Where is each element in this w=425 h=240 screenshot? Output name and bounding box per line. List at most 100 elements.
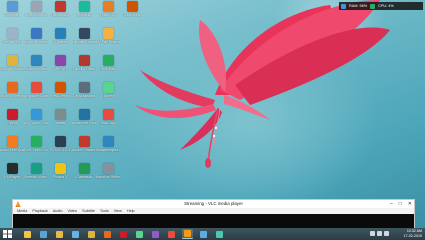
- desktop-icon[interactable]: WinRAR: [48, 55, 72, 79]
- ram-icon: [341, 3, 346, 9]
- windows-explorer-icon: [24, 230, 31, 238]
- desktop-icon-label: HandBrake: [51, 13, 69, 17]
- desktop-icon[interactable]: Speedfit Video Ac: [24, 163, 48, 187]
- app-icon: [6, 82, 18, 93]
- window-2-icon: [216, 230, 223, 238]
- vlc-icon: [184, 230, 191, 237]
- vlc-window[interactable]: Streaming - VLC media player – □ ✕ Media…: [12, 199, 415, 229]
- desktop-icon[interactable]: PCSX2 1.2.1: [48, 136, 72, 160]
- app-icon: [54, 136, 66, 147]
- taskbar-utorrent-button[interactable]: [134, 229, 145, 239]
- desktop-icon[interactable]: Mozilla Firefox: [0, 82, 24, 106]
- desktop-icon[interactable]: Google Chrome: [0, 55, 24, 79]
- vlc-window-controls: – □ ✕: [390, 200, 412, 208]
- action-center-icon[interactable]: [384, 231, 389, 236]
- desktop-icon[interactable]: Dev Assistant: [72, 82, 96, 106]
- taskbar-windows-explorer-button[interactable]: [22, 229, 33, 239]
- desktop-icon[interactable]: Shield Di: [72, 1, 96, 25]
- desktop-icon[interactable]: Advanced SystemCare: [72, 109, 96, 133]
- app-icon: [6, 55, 18, 66]
- desktop-icon[interactable]: Macrium Reflect: [96, 163, 120, 187]
- desktop-icon[interactable]: My Fav Programs: [96, 28, 120, 52]
- desktop-icon[interactable]: Adobe Reader XI: [72, 136, 96, 160]
- desktop-icon-label: Camtasia: [76, 175, 92, 179]
- desktop-icon[interactable]: Apple Carbon: [24, 1, 48, 25]
- taskbar-store-button[interactable]: [38, 229, 49, 239]
- taskbar: 10:32 AM 17-02-2015: [0, 228, 425, 240]
- app-icon: [30, 82, 42, 93]
- desktop-icon[interactable]: Anyplace Control: [24, 82, 48, 106]
- desktop-icon[interactable]: Computer: [0, 1, 24, 25]
- vlc-title-bar[interactable]: Streaming - VLC media player – □ ✕: [13, 200, 414, 208]
- desktop-icon[interactable]: Ultimate Defrag: [72, 28, 96, 52]
- app-icon: [54, 55, 66, 66]
- desktop-icon-label: Speedfit Video Ac: [24, 175, 48, 179]
- desktop-icon[interactable]: Hdvisi 4.1: [96, 1, 120, 25]
- desktop-icon[interactable]: Instals: [48, 109, 72, 133]
- desktop-icon-label: Icarus Booster 3: [24, 40, 48, 44]
- taskbar-vlc-button[interactable]: [182, 229, 193, 239]
- windows-start-icon[interactable]: [3, 230, 12, 238]
- desktop-icon[interactable]: Any Video Converter: [24, 109, 48, 133]
- taskbar-window-1-button[interactable]: [198, 229, 209, 239]
- desktop-icon[interactable]: DriverEasy: [96, 55, 120, 79]
- desktop-icon-label: Computer: [4, 13, 20, 17]
- desktop-icon[interactable]: IObit Apps: [120, 1, 144, 25]
- desktop-icon[interactable]: µTorrent: [96, 82, 120, 106]
- desktop-icon[interactable]: Avast Free Antivirus: [0, 136, 24, 160]
- desktop-icon-label: Switch to Gaming: [24, 67, 48, 71]
- minimize-icon[interactable]: –: [390, 200, 393, 208]
- maximize-icon[interactable]: □: [399, 200, 402, 208]
- desktop-icon[interactable]: TeraCopy: [96, 109, 120, 133]
- taskbar-paint-button[interactable]: [70, 229, 81, 239]
- desktop: Computer Recycle Bin Google Chrome Mozilla …: [0, 0, 425, 228]
- app-icon: [54, 1, 66, 12]
- taskbar-opera-button[interactable]: [118, 229, 129, 239]
- desktop-icon[interactable]: Switch to Gaming: [24, 55, 48, 79]
- desktop-icon[interactable]: Malwarebytes Anti-Malware: [96, 136, 120, 160]
- network-icon[interactable]: [370, 231, 375, 236]
- taskbar-chrome-button[interactable]: [86, 229, 97, 239]
- desktop-icon-label: Adobe Reader XI: [72, 148, 96, 152]
- vlc-window-title: Streaming - VLC media player: [184, 201, 243, 206]
- taskbar-window-2-button[interactable]: [214, 229, 225, 239]
- ram-label: RAM: 56%: [349, 4, 368, 8]
- desktop-icon-label: Recycle Bin: [2, 40, 22, 44]
- desktop-icon-label: Shield Di: [76, 13, 92, 17]
- desktop-icon-label: Instals: [54, 121, 66, 125]
- app-icon: [78, 28, 90, 39]
- app-icon: [78, 136, 90, 147]
- desktop-icon[interactable]: KMPlayer: [0, 163, 24, 187]
- taskbar-firefox-button[interactable]: [102, 229, 113, 239]
- taskbar-office-button[interactable]: [166, 229, 177, 239]
- volume-icon[interactable]: [377, 231, 382, 236]
- desktop-icon[interactable]: Camtasia: [72, 163, 96, 187]
- vlc-video-area[interactable]: [13, 214, 414, 229]
- taskbar-visual-studio-button[interactable]: [150, 229, 161, 239]
- desktop-icon-label: KMPlayer: [4, 175, 20, 179]
- desktop-icon[interactable]: Picasa 3: [48, 163, 72, 187]
- desktop-icon[interactable]: Opera: [0, 109, 24, 133]
- desktop-icon-label: Apple Carbon: [25, 13, 47, 17]
- close-icon[interactable]: ✕: [408, 200, 412, 208]
- window-1-icon: [200, 230, 207, 238]
- desktop-icon-label: PCSX2 1.2.1: [49, 148, 71, 152]
- desktop-icon[interactable]: Free Video Converter: [24, 136, 48, 160]
- app-icon: [78, 163, 90, 174]
- folder-icon: [56, 230, 63, 238]
- desktop-icon-label: IObit Apps: [123, 13, 141, 17]
- taskbar-folder-button[interactable]: [54, 229, 65, 239]
- desktop-icon-label: Dev Assistant: [73, 94, 95, 98]
- app-icon: [6, 1, 18, 12]
- desktop-icon[interactable]: FileZilla Client: [72, 55, 96, 79]
- desktop-icon[interactable]: Recycle Bin: [0, 28, 24, 52]
- desktop-icon-label: My Fav Programs: [96, 40, 120, 44]
- app-icon: [30, 136, 42, 147]
- desktop-icon[interactable]: Icarus Booster 3: [24, 28, 48, 52]
- desktop-icon[interactable]: HandBrake: [48, 1, 72, 25]
- desktop-icon[interactable]: CCleaner: [48, 28, 72, 52]
- desktop-icon[interactable]: FeedDemon: [48, 82, 72, 106]
- app-icon: [30, 109, 42, 120]
- taskbar-clock[interactable]: 10:32 AM 17-02-2015: [404, 229, 422, 239]
- desktop-icon-label: Anyplace Control: [24, 94, 48, 98]
